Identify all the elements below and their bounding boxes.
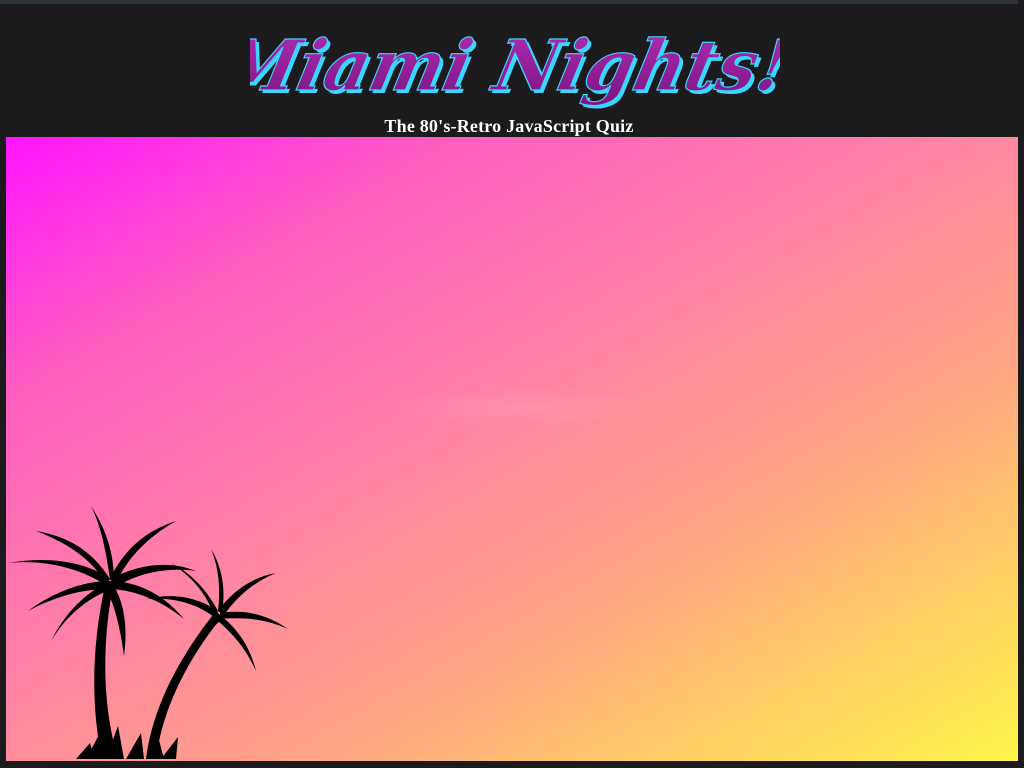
right-border bbox=[1018, 0, 1024, 768]
quiz-stage bbox=[6, 137, 1018, 761]
app-window: Miami Nights! Miami Nights! The 80's-Ret… bbox=[0, 0, 1024, 768]
logo-graphic: Miami Nights! Miami Nights! bbox=[250, 24, 780, 110]
logo-text: Miami Nights! bbox=[250, 25, 780, 107]
logo: Miami Nights! Miami Nights! bbox=[250, 18, 780, 123]
header: Miami Nights! Miami Nights! The 80's-Ret… bbox=[0, 4, 1018, 137]
page-subtitle: The 80's-Retro JavaScript Quiz bbox=[384, 116, 634, 136]
left-border bbox=[0, 137, 6, 768]
palm-trees-graphic bbox=[8, 506, 288, 759]
palm-trees-icon bbox=[6, 501, 296, 761]
bottom-border bbox=[0, 761, 1024, 768]
